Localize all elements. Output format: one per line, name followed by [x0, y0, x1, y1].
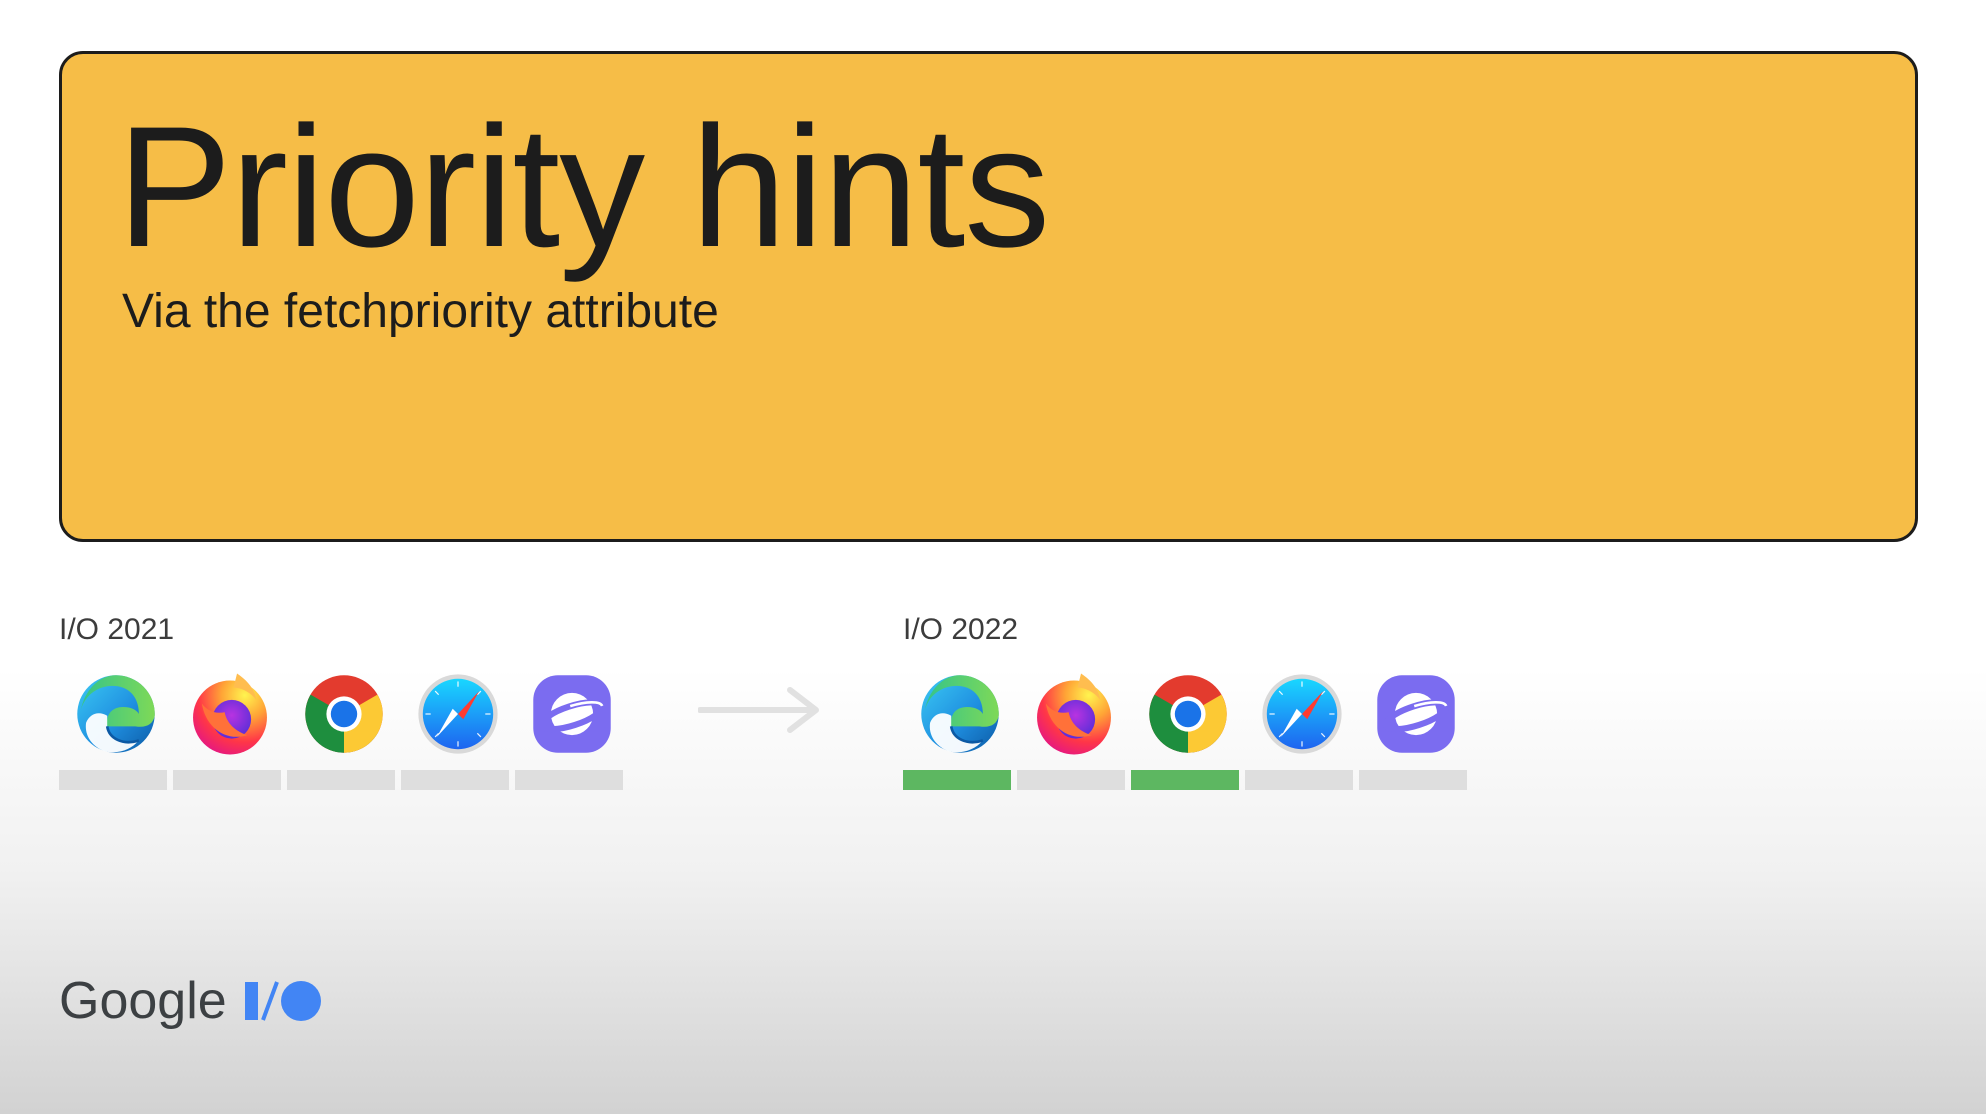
- google-io-logo: Google: [59, 975, 323, 1027]
- safari-icon: [1245, 668, 1359, 760]
- support-bar-safari: [1245, 770, 1353, 790]
- samsung-internet-icon: [1359, 668, 1473, 760]
- group-label-2021: I/O 2021: [59, 613, 175, 646]
- edge-icon: [59, 668, 173, 760]
- edge-icon: [903, 668, 1017, 760]
- support-bar-firefox: [1017, 770, 1125, 790]
- support-bar-chrome: [287, 770, 395, 790]
- samsung-internet-icon: [515, 668, 629, 760]
- arrow-right-icon: [698, 687, 819, 733]
- slide-subtitle: Via the fetchpriority attribute: [122, 285, 719, 338]
- support-bar-samsung-internet: [1359, 770, 1467, 790]
- support-bar-samsung-internet: [515, 770, 623, 790]
- support-bar-edge: [903, 770, 1011, 790]
- safari-icon: [401, 668, 515, 760]
- support-bars-2021: [59, 770, 629, 790]
- firefox-icon: [1017, 668, 1131, 760]
- group-label-2022: I/O 2022: [903, 613, 1019, 646]
- chrome-icon: [1131, 668, 1245, 760]
- browser-icons-2021: [59, 668, 629, 760]
- support-bar-chrome: [1131, 770, 1239, 790]
- support-bar-firefox: [173, 770, 281, 790]
- firefox-icon: [173, 668, 287, 760]
- browser-group-2021: I/O 2021: [59, 610, 629, 790]
- google-wordmark: Google: [59, 972, 227, 1030]
- browser-icons-2022: [903, 668, 1473, 760]
- slide-title: Priority hints: [117, 91, 1050, 283]
- browser-group-2022: I/O 2022: [903, 610, 1473, 790]
- chrome-icon: [287, 668, 401, 760]
- io-logo-mark: [243, 976, 323, 1026]
- support-bars-2022: [903, 770, 1473, 790]
- support-bar-edge: [59, 770, 167, 790]
- support-bar-safari: [401, 770, 509, 790]
- title-card: Priority hints Via the fetchpriority att…: [59, 51, 1918, 542]
